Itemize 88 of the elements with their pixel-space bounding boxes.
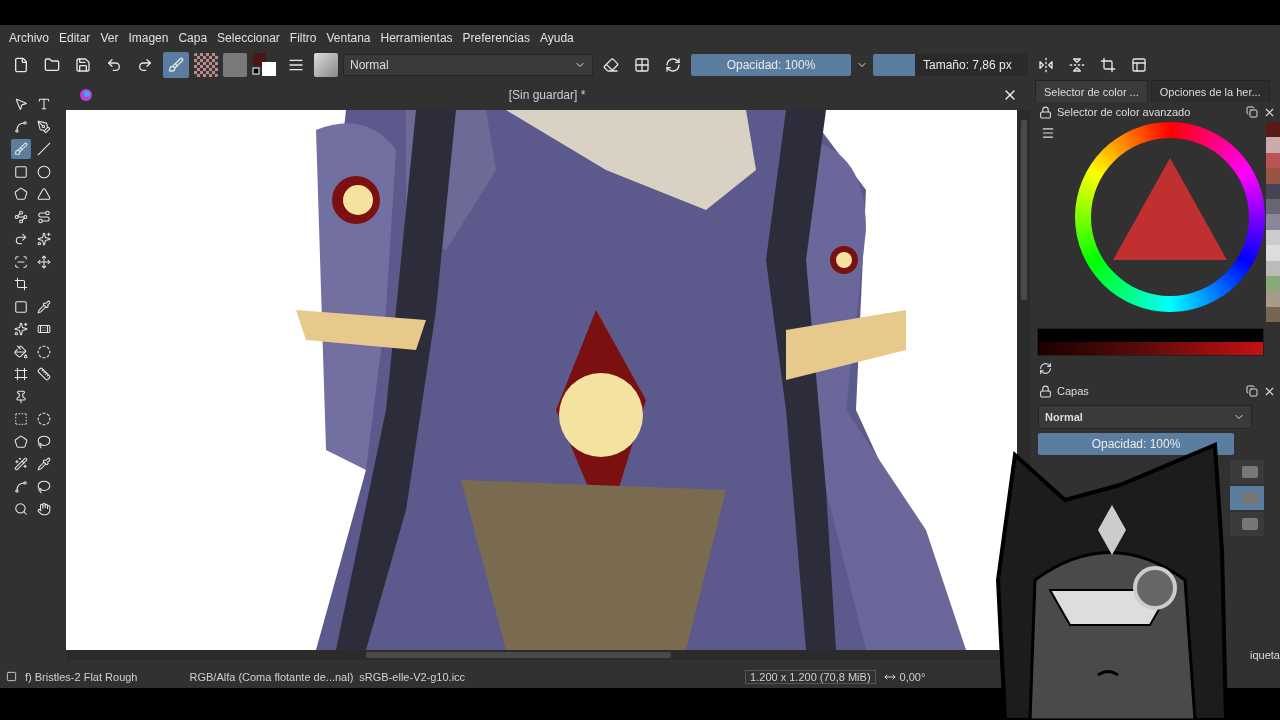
eraser-icon xyxy=(603,57,619,73)
ellipse-icon xyxy=(36,164,51,179)
brush-preset-swatch[interactable] xyxy=(314,53,338,77)
file-icon xyxy=(13,57,29,73)
polyline-icon xyxy=(36,187,51,201)
menu-item[interactable]: Ayuda xyxy=(534,30,579,45)
lines-icon xyxy=(288,57,304,73)
opacity-slider[interactable]: Opacidad: 100% xyxy=(1038,433,1234,455)
flip-vertical-icon xyxy=(1069,57,1085,73)
save-icon xyxy=(75,57,91,73)
dock-tab[interactable]: Selector de color ... xyxy=(1035,80,1148,102)
brush-preset-icon xyxy=(6,671,17,682)
menu-item[interactable]: Herramientas xyxy=(375,30,458,45)
logo-icon xyxy=(80,89,92,101)
menu-item[interactable]: Ver xyxy=(95,30,124,45)
fill-icon xyxy=(13,344,28,359)
image-size-text: 1.200 x 1.200 (70,8 MiB) xyxy=(745,669,876,684)
pointer-icon xyxy=(13,97,28,111)
reload-icon[interactable] xyxy=(1039,362,1052,375)
rotation-text: 0,00° xyxy=(899,670,926,683)
polygon-icon xyxy=(13,187,28,201)
blend-mode-dropdown[interactable]: Normal xyxy=(1038,405,1252,429)
brush-icon xyxy=(168,57,184,73)
flip-horizontal-icon xyxy=(1038,57,1054,73)
layer-row[interactable] xyxy=(1230,512,1264,536)
magic-wand-icon xyxy=(13,457,28,471)
layer-row[interactable] xyxy=(1230,460,1264,484)
color-history-strip[interactable] xyxy=(1266,122,1280,322)
scrollbar-thumb[interactable] xyxy=(1020,120,1027,300)
pan-icon xyxy=(36,502,51,516)
label-text: iqueta xyxy=(1250,649,1280,663)
lasso-icon xyxy=(36,434,51,449)
reference-icon xyxy=(13,389,28,404)
menu-item[interactable]: Seleccionar xyxy=(212,30,285,45)
scrollbar-thumb[interactable] xyxy=(366,652,671,658)
crop-icon xyxy=(1100,57,1116,73)
brush-name: f) Bristles-2 Flat Rough xyxy=(25,670,138,683)
measure-icon xyxy=(36,367,51,381)
path-icon xyxy=(36,209,51,224)
rectangle-icon xyxy=(13,164,28,179)
curve-icon xyxy=(13,209,28,224)
redo-icon xyxy=(137,57,153,73)
panel-title: Capas xyxy=(1057,385,1090,397)
ellipse-select-icon xyxy=(36,412,51,426)
document-title: [Sin guardar] * xyxy=(508,88,586,102)
brush-tool-button[interactable] xyxy=(10,139,31,159)
folder-icon xyxy=(44,57,60,73)
dock-tab[interactable]: Opciones de la her... xyxy=(1150,80,1270,102)
curve-select-icon xyxy=(13,479,28,494)
shade-selector[interactable] xyxy=(1037,328,1264,356)
eyedropper-icon xyxy=(36,299,51,314)
menu-item[interactable]: Capa xyxy=(173,30,213,45)
text-icon xyxy=(36,97,51,111)
float-icon[interactable] xyxy=(1246,106,1258,118)
color-swatches-icon[interactable] xyxy=(252,52,278,78)
menu-item[interactable]: Preferencias xyxy=(457,30,535,45)
brush-editor-button[interactable] xyxy=(163,52,189,78)
blend-mode-dropdown[interactable]: Normal xyxy=(343,54,593,76)
panels-icon xyxy=(1131,57,1147,73)
transform-icon xyxy=(13,254,28,269)
menu-icon[interactable] xyxy=(1041,126,1055,140)
color-space-text: RGB/Alfa (Coma flotante de...nal) xyxy=(189,670,354,683)
zoom-icon xyxy=(13,502,28,516)
float-icon[interactable] xyxy=(1246,385,1258,397)
panel-title: Selector de color avanzado xyxy=(1057,106,1192,118)
brush-icon xyxy=(13,142,28,156)
menu-item[interactable]: Archivo xyxy=(4,30,54,45)
line-icon xyxy=(36,142,51,156)
size-slider[interactable]: Tamaño: 7,86 px xyxy=(873,54,1028,76)
color-triangle[interactable] xyxy=(1113,158,1227,260)
pattern-swatch[interactable] xyxy=(223,53,247,77)
lock-icon[interactable] xyxy=(1039,384,1052,398)
polygon-select-icon xyxy=(13,434,28,449)
menu-item[interactable]: Editar xyxy=(54,30,96,45)
crop-icon xyxy=(13,277,28,291)
menu-item[interactable]: Imagen xyxy=(123,30,174,45)
undo-icon xyxy=(106,57,122,73)
lock-icon[interactable] xyxy=(1039,105,1052,119)
move-icon xyxy=(36,254,51,269)
grid-icon xyxy=(634,57,650,73)
opacity-slider[interactable]: Opacidad: 100% xyxy=(691,54,851,76)
reload-icon xyxy=(665,57,681,73)
gradient-swatch[interactable] xyxy=(194,53,218,77)
menu-item[interactable]: Ventana xyxy=(321,30,376,45)
rectangle-select-icon xyxy=(13,412,28,426)
pen-icon xyxy=(36,119,51,134)
profile-text: sRGB-elle-V2-g10.icc xyxy=(359,670,466,683)
menu-item[interactable]: Filtro xyxy=(284,30,322,45)
